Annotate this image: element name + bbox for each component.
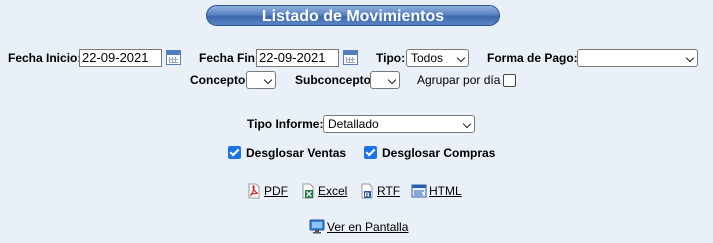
tipo-select[interactable]: Todos bbox=[406, 49, 469, 67]
pdf-icon[interactable] bbox=[246, 183, 262, 199]
desglosar-ventas-checkbox[interactable] bbox=[228, 146, 241, 159]
page-title: Listado de Movimientos bbox=[206, 5, 500, 26]
rtf-icon[interactable] bbox=[359, 183, 375, 199]
rtf-link[interactable]: RTF bbox=[377, 184, 400, 198]
pdf-link[interactable]: PDF bbox=[264, 184, 288, 198]
chevron-down-icon bbox=[456, 53, 466, 63]
fecha-inicio-input[interactable]: 22-09-2021 bbox=[79, 49, 162, 67]
forma-pago-label: Forma de Pago: bbox=[487, 51, 578, 65]
chevron-down-icon bbox=[387, 75, 397, 85]
excel-icon[interactable] bbox=[300, 183, 316, 199]
tipo-informe-select-value: Detallado bbox=[328, 117, 379, 131]
agrupar-checkbox[interactable] bbox=[503, 74, 516, 87]
fecha-inicio-label: Fecha Inicio: bbox=[8, 51, 82, 65]
calendar-icon[interactable] bbox=[343, 50, 358, 65]
chevron-down-icon bbox=[263, 75, 273, 85]
concepto-select[interactable] bbox=[246, 71, 276, 89]
ver-en-pantalla-link[interactable]: Ver en Pantalla bbox=[327, 220, 408, 234]
tipo-label: Tipo: bbox=[376, 51, 406, 65]
desglosar-compras-checkbox[interactable] bbox=[364, 146, 377, 159]
chevron-down-icon bbox=[685, 53, 695, 63]
forma-pago-select[interactable] bbox=[577, 49, 698, 67]
excel-link[interactable]: Excel bbox=[318, 184, 347, 198]
fecha-fin-input[interactable]: 22-09-2021 bbox=[256, 49, 339, 67]
calendar-icon[interactable] bbox=[166, 50, 181, 65]
html-link[interactable]: HTML bbox=[429, 184, 462, 198]
tipo-informe-select[interactable]: Detallado bbox=[323, 115, 475, 133]
html-icon[interactable] bbox=[411, 183, 427, 199]
tipo-select-value: Todos bbox=[411, 51, 444, 65]
subconcepto-label: Subconcepto bbox=[295, 73, 372, 87]
tipo-informe-label: Tipo Informe: bbox=[247, 117, 324, 131]
subconcepto-select[interactable] bbox=[370, 71, 400, 89]
agrupar-label: Agrupar por día bbox=[417, 73, 501, 87]
desglosar-compras-label: Desglosar Compras bbox=[382, 146, 496, 160]
chevron-down-icon bbox=[462, 119, 472, 129]
fecha-fin-label: Fecha Fin: bbox=[199, 51, 260, 65]
monitor-icon[interactable] bbox=[309, 218, 325, 234]
desglosar-ventas-label: Desglosar Ventas bbox=[246, 146, 347, 160]
concepto-label: Concepto bbox=[190, 73, 246, 87]
